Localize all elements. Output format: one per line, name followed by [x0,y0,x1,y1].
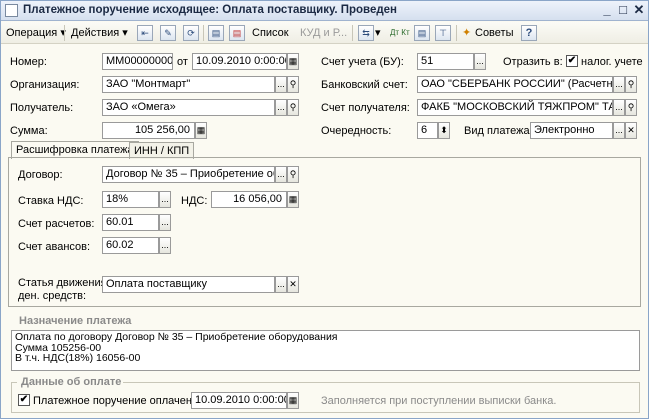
settlement-account-field[interactable]: 60.01 [102,214,159,231]
recipient-account-label: Счет получателя: [321,102,410,114]
toolbar-separator [456,25,457,41]
purpose-title: Назначение платежа [19,315,132,327]
recipient-field[interactable]: ЗАО «Омега» [102,99,275,116]
purpose-line-1: Оплата по договору Договор № 35 – Приобр… [15,331,338,343]
back-arrow-icon[interactable]: ⇤ [137,25,153,41]
recipient-account-select-button[interactable]: ... [613,99,625,116]
account-bu-label: Счет учета (БУ): [321,56,404,68]
toolbar-separator [203,25,204,41]
contract-select-button[interactable]: ... [275,166,287,183]
paid-label: Платежное поручение оплачено: [33,395,202,407]
number-label: Номер: [10,56,47,68]
list-button[interactable]: Список [252,25,289,41]
structure-dropdown[interactable]: ▾ [375,25,381,41]
bank-account-field[interactable]: ОАО "СБЕРБАНК РОССИИ" (Расчетный) [417,76,613,93]
recipient-search-icon[interactable]: ⚲ [287,99,299,116]
vat-calculator-icon[interactable]: ▦ [287,191,299,208]
paid-date-calendar-icon[interactable]: ▦ [287,392,299,409]
post-document-icon[interactable]: ▤ [208,25,224,41]
unpost-document-icon[interactable]: ▤ [229,25,245,41]
organization-label: Организация: [10,79,80,91]
payment-type-select-button[interactable]: ... [613,122,625,139]
title-bar: Платежное поручение исходящее: Оплата по… [1,1,648,21]
date-from-label: от [177,56,188,68]
tax-accounting-label: налог. учете [581,56,643,68]
kud-button[interactable]: КУД и Р... [300,25,347,41]
cashflow-select-button[interactable]: ... [275,276,287,293]
cashflow-label-line2: ден. средств: [18,290,87,302]
contract-search-icon[interactable]: ⚲ [287,166,299,183]
actions-menu[interactable]: Действия ▾ [71,25,128,41]
minimize-button[interactable]: _ [599,2,615,18]
payment-type-clear-icon[interactable]: ✕ [625,122,637,139]
document-date-field[interactable]: 10.09.2010 0:00:00 [192,53,287,70]
sum-label: Сумма: [10,125,48,137]
contract-field[interactable]: Договор № 35 – Приобретение оборуд [102,166,275,183]
advance-account-select-button[interactable]: ... [159,237,171,254]
payment-type-field[interactable]: Электронно [530,122,613,139]
organization-field[interactable]: ЗАО "Монтмарт" [102,76,275,93]
account-bu-select-button[interactable]: ... [474,53,486,70]
sum-field[interactable]: 105 256,00 [102,122,195,139]
purpose-textarea[interactable]: Оплата по договору Договор № 35 – Приобр… [11,330,640,371]
print-form-icon[interactable]: ▤ [414,25,430,41]
paid-checkbox[interactable]: ✔ [18,394,30,406]
refresh-icon[interactable]: ⟳ [183,25,199,41]
recipient-select-button[interactable]: ... [275,99,287,116]
paid-date-field[interactable]: 10.09.2010 0:00:00 [191,392,287,409]
help-button[interactable]: ? [521,25,537,41]
toolbar-separator [352,25,353,41]
purpose-line-3: В т.ч. НДС(18%) 16056-00 [15,352,141,364]
vat-label: НДС: [181,195,208,207]
payment-data-title: Данные об оплате [21,376,122,388]
document-window: Платежное поручение исходящее: Оплата по… [0,0,649,419]
calendar-icon[interactable]: ▦ [287,53,299,70]
dt-kt-button[interactable]: Дт Кт [390,25,410,41]
bank-account-search-icon[interactable]: ⚲ [625,76,637,93]
payment-frame-top-right [123,382,640,383]
tax-accounting-checkbox[interactable]: ✔ [566,55,578,67]
advance-account-field[interactable]: 60.02 [102,237,159,254]
recipient-account-search-icon[interactable]: ⚲ [625,99,637,116]
operation-menu[interactable]: Операция ▾ [6,25,66,41]
toolbar: Операция ▾ Действия ▾ ⇤ ✎ ⟳ ▤ ▤ Список К… [1,22,648,44]
account-bu-field[interactable]: 51 [417,53,474,70]
organization-select-button[interactable]: ... [275,76,287,93]
toolbar-separator [64,25,65,41]
vat-rate-select-button[interactable]: ... [159,191,171,208]
vat-rate-field[interactable]: 18% [102,191,159,208]
settlement-account-select-button[interactable]: ... [159,214,171,231]
advice-bulb-icon[interactable]: ✦ [462,25,471,41]
vat-amount-field[interactable]: 16 056,00 [211,191,287,208]
vat-rate-label: Ставка НДС: [18,195,84,207]
advance-account-label: Счет авансов: [18,241,91,253]
reflect-label: Отразить в: [503,56,563,68]
payment-frame-top-left [11,382,17,383]
document-icon [5,4,18,17]
tree-icon[interactable]: ⊤ [435,25,451,41]
cashflow-clear-icon[interactable]: ✕ [287,276,299,293]
paid-hint: Заполняется при поступлении выписки банк… [321,395,557,407]
bank-account-select-button[interactable]: ... [613,76,625,93]
recipient-label: Получатель: [10,102,74,114]
bank-account-label: Банковский счет: [321,79,408,91]
priority-field[interactable]: 6 [417,122,438,139]
settlement-account-label: Счет расчетов: [18,218,95,230]
cashflow-label-line1: Статья движения [18,277,107,289]
contract-label: Договор: [18,169,63,181]
maximize-button[interactable]: □ [615,2,631,18]
priority-spin-icon[interactable]: ⬍ [438,122,450,139]
advice-button[interactable]: Советы [475,25,513,41]
cashflow-field[interactable]: Оплата поставщику [102,276,275,293]
structure-icon[interactable]: ⇆ [358,25,374,41]
number-field[interactable]: ММ000000001 [102,53,173,70]
window-title: Платежное поручение исходящее: Оплата по… [23,4,398,16]
edit-icon[interactable]: ✎ [160,25,176,41]
organization-search-icon[interactable]: ⚲ [287,76,299,93]
calculator-icon[interactable]: ▦ [195,122,207,139]
recipient-account-field[interactable]: ФАКБ "МОСКОВСКИЙ ТЯЖПРОМ" ТАГА [417,99,613,116]
priority-label: Очередность: [321,125,392,137]
close-button[interactable]: ✕ [631,2,647,18]
payment-type-label: Вид платежа: [464,125,533,137]
